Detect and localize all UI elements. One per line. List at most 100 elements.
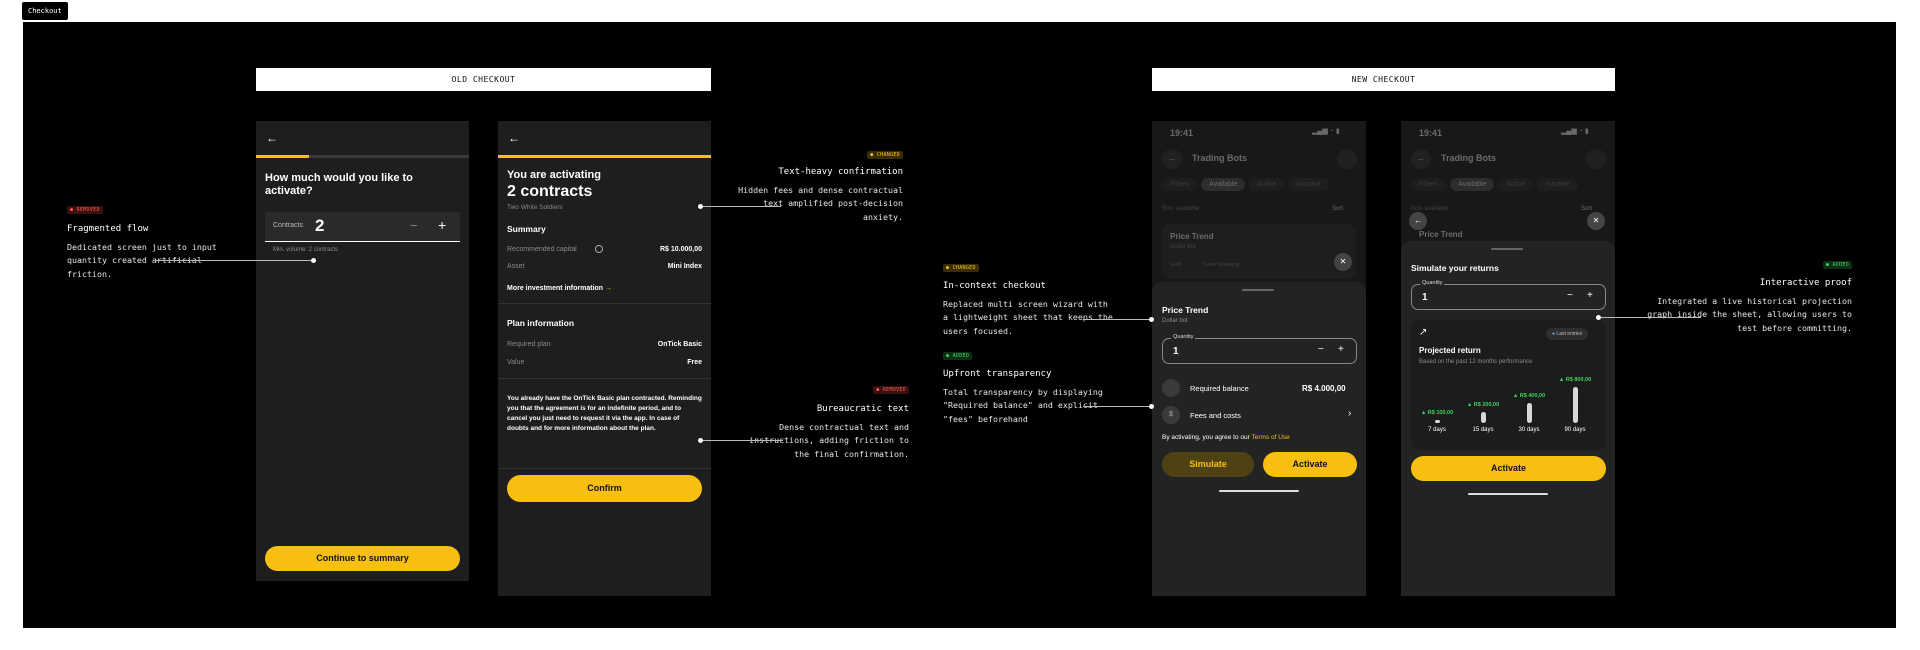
quantity-field[interactable]: Quantity 1 − + (1162, 334, 1357, 364)
increase-button[interactable]: + (1338, 344, 1344, 355)
chevron-right-icon[interactable]: › (1348, 408, 1351, 419)
chip-active[interactable]: Active (1498, 178, 1534, 191)
contracts-count: 2 contracts (507, 183, 593, 200)
sheet-title: Simulate your returns (1411, 263, 1499, 273)
decrease-button[interactable]: − (1318, 344, 1324, 355)
chip-inactive[interactable]: Inactive (1288, 178, 1329, 191)
annotation-body: Integrated a live historical projection … (1647, 296, 1852, 333)
projection-bar[interactable] (1526, 403, 1532, 423)
terms-link[interactable]: Terms of Use (1252, 434, 1290, 441)
annotation-title: Bureaucratic text (816, 404, 909, 414)
summary-row: Recommended capital R$ 10.000,00 (507, 245, 702, 253)
divider (498, 378, 711, 379)
annotation-body: Hidden fees and dense contractual text a… (738, 185, 903, 222)
annotation-title: Fragmented flow (67, 224, 149, 234)
activate-button[interactable]: Activate (1263, 452, 1357, 477)
row-label: Asset (507, 263, 525, 270)
connector-line (1083, 406, 1151, 407)
annotation-upfront: ● ADDED Upfront transparency Total trans… (943, 344, 1118, 426)
projection-bar[interactable] (1572, 387, 1578, 423)
simulate-button[interactable]: Simulate (1162, 452, 1254, 477)
chat-icon[interactable] (1337, 149, 1357, 169)
projection-bar-label: 90 days (1564, 427, 1586, 433)
connector-dot (1149, 317, 1154, 322)
chip-available[interactable]: Available (1201, 178, 1246, 191)
old-checkout-banner: OLD CHECKOUT (256, 68, 711, 91)
home-indicator (1219, 490, 1299, 492)
back-arrow-icon[interactable]: ← (1409, 212, 1427, 230)
projection-bar[interactable] (1434, 420, 1440, 423)
trend-icon: ↗ (1419, 327, 1428, 338)
quantity-value[interactable]: 1 (1422, 292, 1428, 303)
projection-bar-value: ▲ R$ 200,00 (1466, 402, 1500, 409)
filter-chips: Filters Available Active Inactive (1411, 178, 1578, 191)
legal-text: You already have the OnTick Basic plan c… (507, 395, 702, 432)
quantity-field[interactable]: Quantity 1 − + (1411, 280, 1606, 310)
canvas: OLD CHECKOUT ← How much would you like t… (23, 22, 1896, 628)
chip-inactive[interactable]: Inactive (1537, 178, 1578, 191)
chip-available[interactable]: Available (1450, 178, 1495, 191)
projection-bar-label: 30 days (1518, 427, 1540, 433)
chip-filters[interactable]: Filters (1411, 178, 1447, 191)
info-icon[interactable] (595, 245, 603, 253)
annotation-title: Upfront transparency (943, 369, 1052, 379)
chat-icon[interactable] (1586, 149, 1606, 169)
back-button[interactable]: ← (1411, 149, 1431, 169)
chip-active[interactable]: Active (1249, 178, 1285, 191)
close-icon[interactable]: ✕ (1334, 253, 1352, 271)
projection-bar-value: ▲ R$ 400,00 (1512, 393, 1546, 400)
annotation-body: Dedicated screen just to input quantity … (67, 242, 217, 279)
annotation-in-context: ● CHANGED In-context checkout Replaced m… (943, 256, 1113, 338)
quantity-label: Quantity (1171, 334, 1196, 340)
sheet-handle[interactable] (1242, 289, 1274, 291)
contracts-value[interactable]: 2 (315, 216, 324, 236)
divider (498, 303, 711, 304)
annotation-tag: ● REMOVED (873, 386, 909, 394)
increase-button[interactable]: + (438, 217, 446, 233)
filter-chips: Filters Available Active Inactive (1162, 178, 1329, 191)
activate-button[interactable]: Activate (1411, 456, 1606, 481)
increase-button[interactable]: + (1587, 290, 1593, 301)
balance-label: Required balance (1190, 384, 1249, 393)
annotation-bureaucratic: ● REMOVED Bureaucratic text Dense contra… (731, 378, 909, 461)
close-icon[interactable]: ✕ (1587, 212, 1605, 230)
chip-filters[interactable]: Filters (1162, 178, 1198, 191)
connector-line (703, 440, 783, 441)
wallet-icon (1162, 379, 1180, 397)
continue-to-summary-button[interactable]: Continue to summary (265, 546, 460, 571)
row-label: Recommended capital (507, 246, 577, 253)
new-simulate-screen: 19:41 ▂▄▆ ◔ ▮ ← Trading Bots Filters Ava… (1401, 121, 1615, 596)
confirm-button[interactable]: Confirm (507, 475, 702, 502)
bot-card[interactable]: Price Trend Dollar bot Gold Trend follow… (1162, 224, 1356, 279)
screen-title: Trading Bots (1441, 153, 1497, 163)
projection-bar-value: ▲ R$ 100,00 (1420, 410, 1454, 416)
terms-notice: By activating, you agree to our Terms of… (1162, 434, 1290, 441)
projection-bar[interactable] (1480, 412, 1486, 423)
more-info-link[interactable]: More investment information → (507, 285, 612, 292)
back-button[interactable]: ← (1162, 149, 1182, 169)
row-value: OnTick Basic (657, 341, 702, 348)
decrease-button[interactable]: − (1567, 290, 1573, 301)
summary-row: Asset Mini Index (507, 263, 702, 270)
sort-button[interactable]: Sort (1581, 206, 1592, 212)
sheet-handle[interactable] (1491, 248, 1523, 250)
quantity-label: Quantity (1420, 280, 1445, 286)
back-arrow-icon[interactable]: ← (508, 131, 520, 145)
sort-button[interactable]: Sort (1332, 206, 1343, 212)
contracts-label: Contracts (273, 222, 303, 229)
plan-title: Plan information (507, 318, 575, 328)
new-sheet-screen: 19:41 ▂▄▆ ◔ ▮ ← Trading Bots Filters Ava… (1152, 121, 1366, 596)
quantity-value[interactable]: 1 (1173, 346, 1179, 357)
contracts-stepper[interactable]: Contracts 2 − + (265, 212, 460, 242)
summary-title: Summary (507, 224, 546, 234)
old-summary-screen: ← You are activating 2 contracts Two Whi… (498, 121, 711, 596)
new-checkout-banner: NEW CHECKOUT (1152, 68, 1615, 91)
annotation-tag: ● ADDED (943, 352, 973, 360)
row-value: Mini Index (667, 263, 702, 270)
status-icons: ▂▄▆ ◔ ▮ (1312, 128, 1340, 135)
fees-label[interactable]: Fees and costs (1190, 411, 1241, 420)
projection-title: Projected return (1419, 346, 1481, 355)
back-arrow-icon[interactable]: ← (266, 131, 278, 145)
annotation-title: In-context checkout (943, 281, 1046, 291)
decrease-button[interactable]: − (410, 218, 418, 233)
